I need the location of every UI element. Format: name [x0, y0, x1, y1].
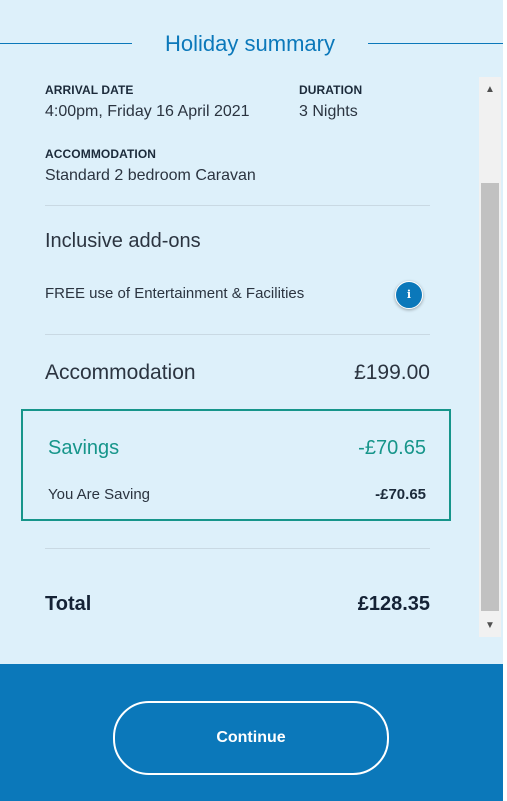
- addon-item: FREE use of Entertainment & Facilities: [45, 285, 305, 302]
- savings-box: Savings -£70.65 You Are Saving -£70.65: [21, 409, 451, 521]
- footer-bar: Continue: [0, 664, 503, 801]
- arrival-date-value: 4:00pm, Friday 16 April 2021: [45, 103, 250, 120]
- total-label: Total: [45, 593, 92, 615]
- info-icon[interactable]: i: [395, 281, 423, 309]
- savings-label: Savings: [48, 437, 120, 459]
- accommodation-price: £199.00: [354, 361, 430, 384]
- accommodation-label: ACCOMMODATION: [45, 147, 157, 161]
- holiday-summary-panel: Holiday summary ARRIVAL DATE 4:00pm, Fri…: [0, 0, 503, 664]
- divider: [45, 548, 430, 549]
- total-value: £128.35: [357, 593, 430, 615]
- scroll-down-icon[interactable]: ▼: [479, 615, 501, 637]
- page-title: Holiday summary: [165, 31, 335, 56]
- continue-button[interactable]: Continue: [113, 701, 389, 775]
- accommodation-price-label: Accommodation: [45, 361, 196, 384]
- scroll-up-icon[interactable]: ▲: [479, 79, 501, 101]
- you-are-saving-value: -£70.65: [375, 486, 426, 503]
- duration-label: DURATION: [299, 83, 363, 97]
- summary-header: Holiday summary: [0, 30, 503, 58]
- duration-value: 3 Nights: [299, 103, 358, 120]
- accommodation-value: Standard 2 bedroom Caravan: [45, 167, 256, 184]
- divider: [45, 205, 430, 206]
- header-divider-left: [0, 43, 132, 44]
- you-are-saving-label: You Are Saving: [48, 486, 151, 503]
- scrollbar[interactable]: ▲ ▼: [479, 77, 501, 637]
- divider: [45, 334, 430, 335]
- savings-value: -£70.65: [358, 437, 426, 459]
- scrollbar-thumb[interactable]: [481, 183, 499, 611]
- header-divider-right: [368, 43, 503, 44]
- addons-heading: Inclusive add-ons: [45, 230, 201, 252]
- arrival-date-label: ARRIVAL DATE: [45, 83, 134, 97]
